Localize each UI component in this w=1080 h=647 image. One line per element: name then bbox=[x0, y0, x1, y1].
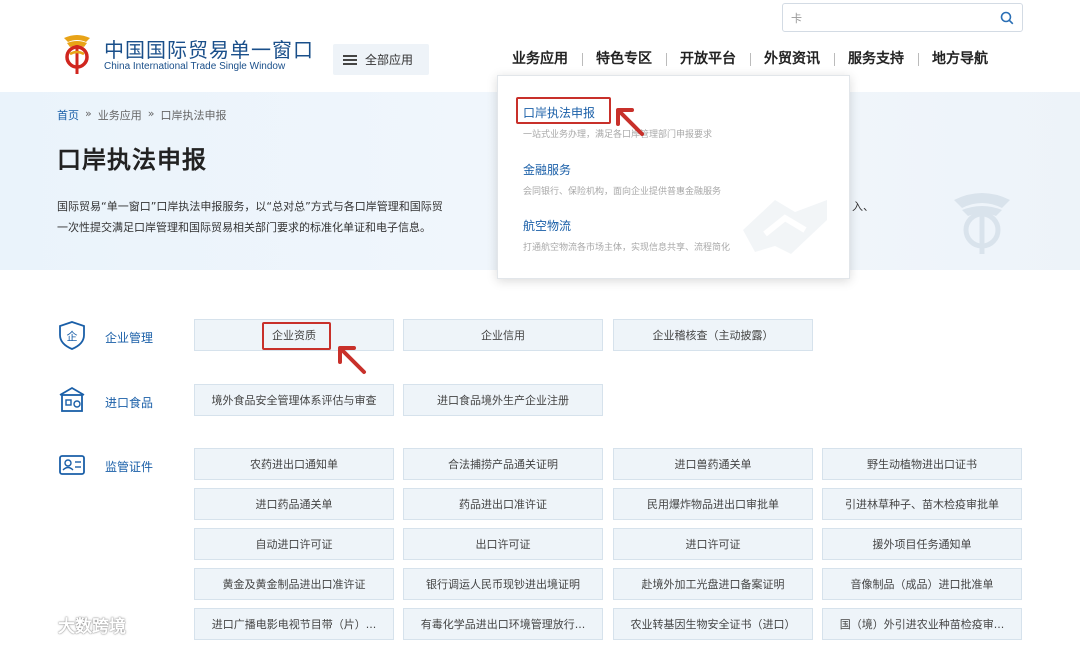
watermark-text: 大数跨境 bbox=[58, 617, 126, 637]
item-cert[interactable]: 进口药品通关单 bbox=[194, 488, 394, 520]
brand-name-en[interactable]: China International Trade Single Window bbox=[104, 61, 285, 72]
category-enterprise-label: 企业管理 bbox=[105, 331, 154, 345]
nav-local[interactable]: 地方导航 bbox=[918, 48, 1002, 70]
item-cert[interactable]: 自动进口许可证 bbox=[194, 528, 394, 560]
item-cert[interactable]: 民用爆炸物品进出口审批单 bbox=[613, 488, 813, 520]
item-cert[interactable]: 国（境）外引进农业种苗检疫审... bbox=[822, 608, 1022, 640]
dropdown-item-title[interactable]: 航空物流 bbox=[523, 217, 730, 234]
item-cert[interactable]: 黄金及黄金制品进出口准许证 bbox=[194, 568, 394, 600]
breadcrumb-separator: » bbox=[85, 107, 92, 120]
page-title: 口岸执法申报 bbox=[57, 146, 207, 174]
certificate-card-icon bbox=[59, 455, 85, 475]
search-box[interactable] bbox=[782, 3, 1023, 32]
search-input[interactable] bbox=[791, 9, 991, 27]
description-line-1-tail: 入、 bbox=[852, 200, 874, 213]
all-apps-label: 全部应用 bbox=[365, 53, 414, 67]
item-food-enterprise-registration[interactable]: 进口食品境外生产企业注册 bbox=[403, 384, 603, 416]
item-cert[interactable]: 合法捕捞产品通关证明 bbox=[403, 448, 603, 480]
breadcrumb-home[interactable]: 首页 bbox=[57, 107, 79, 123]
item-cert[interactable]: 药品进出口准许证 bbox=[403, 488, 603, 520]
annotation-arrow-icon bbox=[616, 108, 644, 136]
category-food-label: 进口食品 bbox=[105, 396, 154, 410]
item-cert[interactable]: 援外项目任务通知单 bbox=[822, 528, 1022, 560]
watermark: 大数跨境 bbox=[8, 612, 126, 637]
nav-business-apps[interactable]: 业务应用 bbox=[510, 48, 582, 70]
handshake-watermark-icon bbox=[743, 200, 827, 254]
item-enterprise-audit[interactable]: 企业稽核查（主动披露） bbox=[613, 319, 813, 351]
category-certs-label: 监管证件 bbox=[105, 460, 154, 474]
item-cert[interactable]: 引进林草种子、苗木检疫审批单 bbox=[822, 488, 1022, 520]
nav-trade-news[interactable]: 外贸资讯 bbox=[750, 48, 834, 70]
breadcrumb-current: 口岸执法申报 bbox=[160, 109, 227, 122]
description-line-2: 一次性提交满足口岸管理和国际贸易相关部门要求的标准化单证和电子信息。 bbox=[57, 221, 431, 234]
breadcrumb: 首页 » 业务应用 » 口岸执法申报 bbox=[57, 107, 226, 123]
item-cert[interactable]: 银行调运人民币现钞进出境证明 bbox=[403, 568, 603, 600]
breadcrumb-separator: » bbox=[147, 107, 155, 120]
nav-featured[interactable]: 特色专区 bbox=[582, 48, 666, 70]
breadcrumb-business-apps[interactable]: 业务应用 bbox=[98, 107, 142, 123]
item-cert[interactable]: 农业转基因生物安全证书（进口） bbox=[613, 608, 813, 640]
watermark-logo-icon bbox=[8, 615, 52, 634]
nav-support[interactable]: 服务支持 bbox=[834, 48, 918, 70]
enterprise-icon-char: 企 bbox=[67, 329, 78, 343]
dropdown-item-air-logistics[interactable]: 航空物流 打通航空物流各市场主体，实现信息共享、流程简化 bbox=[523, 217, 730, 253]
item-cert[interactable]: 野生动植物进出口证书 bbox=[822, 448, 1022, 480]
all-apps-button[interactable]: 全部应用 bbox=[333, 44, 429, 75]
nav-open-platform[interactable]: 开放平台 bbox=[666, 48, 750, 70]
main-nav: 业务应用 特色专区 开放平台 外贸资讯 服务支持 地方导航 bbox=[510, 48, 1002, 70]
item-cert[interactable]: 进口许可证 bbox=[613, 528, 813, 560]
item-cert[interactable]: 进口兽药通关单 bbox=[613, 448, 813, 480]
menu-icon bbox=[343, 54, 357, 65]
item-cert[interactable]: 进口广播电影电视节目带（片）... bbox=[194, 608, 394, 640]
item-enterprise-credit[interactable]: 企业信用 bbox=[403, 319, 603, 351]
item-food-safety-review[interactable]: 境外食品安全管理体系评估与审查 bbox=[194, 384, 394, 416]
emblem-watermark-icon bbox=[954, 193, 1010, 254]
dropdown-item-finance[interactable]: 金融服务 会同银行、保险机构，面向企业提供普惠金融服务 bbox=[523, 161, 721, 197]
dropdown-item-title[interactable]: 金融服务 bbox=[523, 161, 721, 178]
item-cert[interactable]: 赴境外加工光盘进口备案证明 bbox=[613, 568, 813, 600]
annotation-highlight-box bbox=[262, 322, 331, 350]
annotation-highlight-box bbox=[516, 97, 611, 124]
food-store-icon bbox=[59, 386, 85, 412]
brand-name-cn[interactable]: 中国国际贸易单一窗口 bbox=[104, 34, 314, 63]
item-cert[interactable]: 有毒化学品进出口环境管理放行... bbox=[403, 608, 603, 640]
dropdown-item-subtitle: 会同银行、保险机构，面向企业提供普惠金融服务 bbox=[523, 187, 722, 197]
search-icon[interactable] bbox=[1000, 11, 1014, 25]
item-cert[interactable]: 音像制品（成品）进口批准单 bbox=[822, 568, 1022, 600]
item-cert[interactable]: 农药进出口通知单 bbox=[194, 448, 394, 480]
annotation-arrow-icon bbox=[338, 346, 366, 374]
item-cert[interactable]: 出口许可证 bbox=[403, 528, 603, 560]
dropdown-item-subtitle: 打通航空物流各市场主体，实现信息共享、流程简化 bbox=[523, 243, 731, 253]
single-window-logo[interactable] bbox=[58, 30, 96, 76]
enterprise-shield-icon: 企 bbox=[59, 321, 85, 350]
